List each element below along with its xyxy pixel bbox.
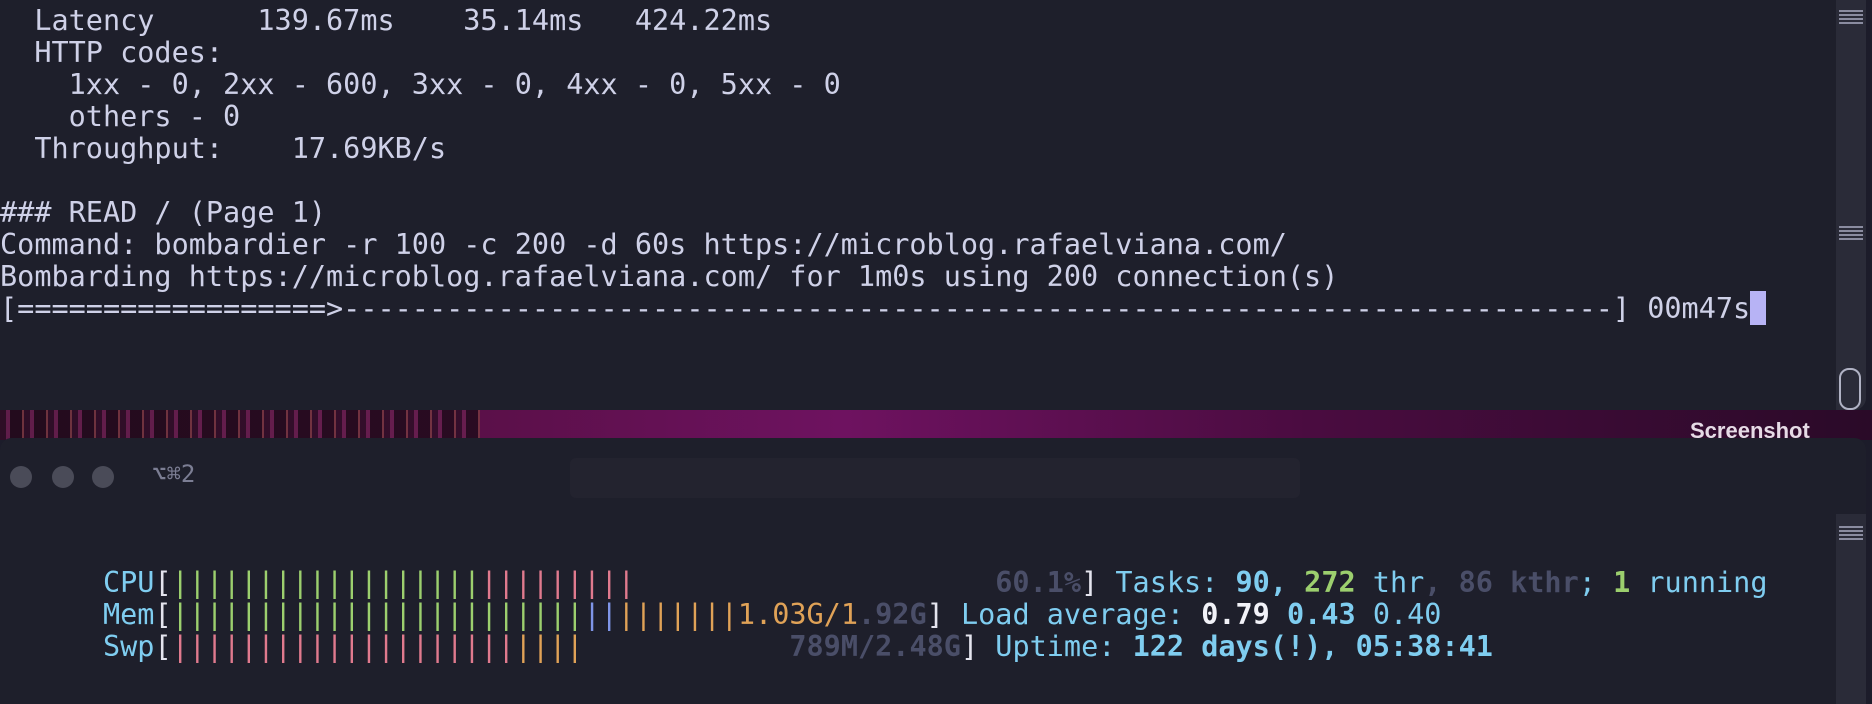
titlebar-blur-area bbox=[570, 458, 1300, 498]
scrollbar-thumb[interactable] bbox=[1839, 368, 1861, 410]
bottom-terminal-window[interactable]: ⌥⌘2 CPU[||||||||||||||||||||||||||| 60.1… bbox=[0, 438, 1866, 704]
running-label: running bbox=[1630, 566, 1768, 599]
swap-label: Swp bbox=[102, 630, 155, 663]
scrollbar-grip-icon bbox=[1839, 226, 1863, 240]
top-terminal-window[interactable]: Latency 139.67ms 35.14ms 424.22ms HTTP c… bbox=[0, 0, 1866, 410]
window-titlebar[interactable]: ⌥⌘2 bbox=[0, 438, 1866, 514]
running-count: 1 bbox=[1613, 566, 1631, 599]
htop-swap-row: Swp[|||||||||||||||||||||||| 789M/2.48G]… bbox=[102, 630, 1493, 663]
window-shortcut-title: ⌥⌘2 bbox=[152, 460, 196, 488]
terminal-cursor bbox=[1750, 291, 1767, 325]
minimize-window-button[interactable] bbox=[52, 466, 74, 488]
elapsed-time: 00m47s bbox=[1630, 292, 1751, 325]
bottom-scrollbar[interactable] bbox=[1836, 514, 1866, 704]
swap-bars-used: |||||||||||||||||||| bbox=[171, 630, 515, 663]
uptime-value: 122 days(!), 05:38:41 bbox=[1132, 630, 1493, 663]
kthreads-label: kthr bbox=[1492, 566, 1579, 599]
progress-line: [==================>--------------------… bbox=[0, 290, 1767, 328]
swap-value: 789M/2.48G bbox=[789, 630, 961, 663]
zoom-window-button[interactable] bbox=[92, 466, 114, 488]
scrollbar-grip-icon bbox=[1839, 526, 1863, 540]
scrollbar-grip-icon bbox=[1839, 10, 1863, 24]
top-scrollbar[interactable] bbox=[1836, 0, 1866, 410]
close-window-button[interactable] bbox=[10, 466, 32, 488]
output-line-throughput: Throughput: 17.69KB/s bbox=[0, 132, 447, 165]
progress-bar: [==================>--------------------… bbox=[0, 292, 1631, 325]
wallpaper-city-lights bbox=[0, 410, 480, 440]
desktop-wallpaper-strip bbox=[0, 410, 1872, 440]
uptime-label: Uptime: bbox=[995, 630, 1133, 663]
swap-bars-cache: |||| bbox=[514, 630, 584, 663]
tasks-separator: ; bbox=[1578, 566, 1614, 599]
